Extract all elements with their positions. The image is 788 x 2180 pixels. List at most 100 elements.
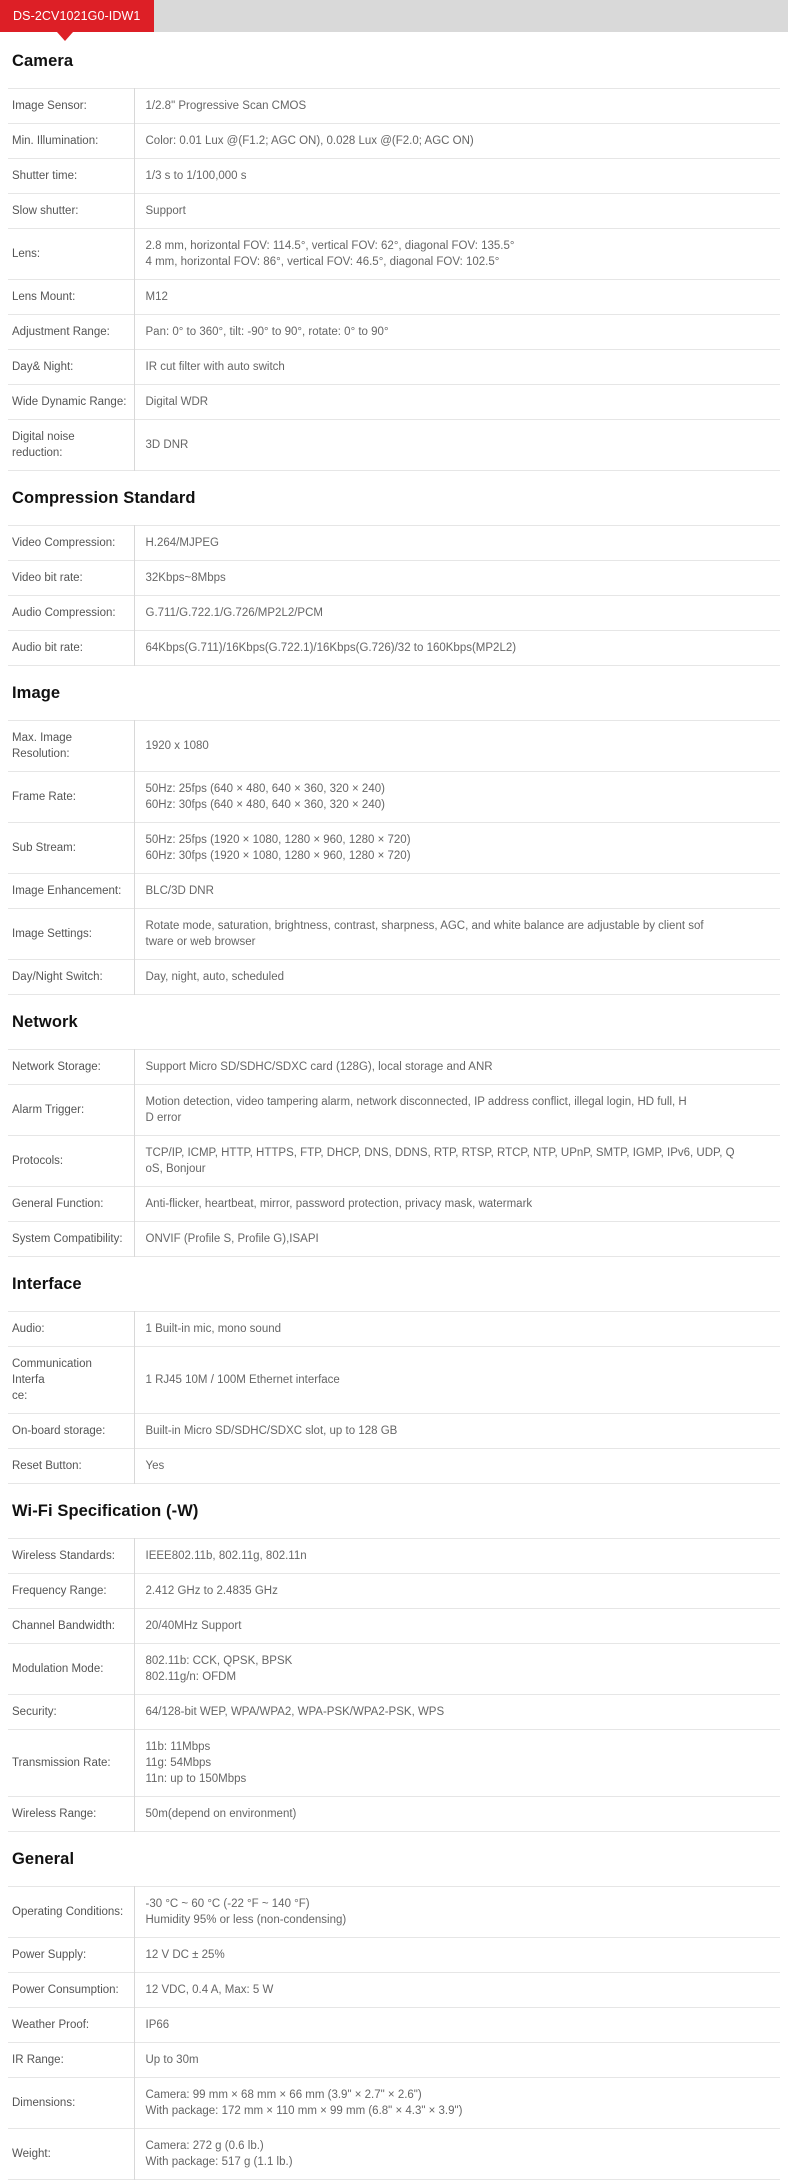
spec-sheet: Camera Image Sensor: 1/2.8" Progressive Sc… (0, 32, 788, 2180)
spec-value: 11b: 11Mbps 11g: 54Mbps 11n: up to 150Mbps (133, 1729, 780, 1797)
spec-label: Lens: (12, 248, 41, 260)
spec-label: General Function: (12, 1198, 104, 1210)
spec-value: 3D DNR (133, 419, 780, 471)
spec-row: Security: 64/128-bit WEP, WPA/WPA2, WPA-P… (8, 1694, 780, 1730)
spec-section: Wi-Fi Specification (-W) Wireless Standar… (8, 1484, 780, 1832)
spec-row: Audio Compression: G.711/G.722.1/G.726/MP… (8, 595, 780, 631)
spec-row: Power Consumption: 12 VDC, 0.4 A, Max: 5 … (8, 1972, 780, 2008)
spec-table: Wireless Standards: IEEE802.11b, 802.11g,… (8, 1538, 780, 1832)
spec-value-line: tware or web browser (145, 936, 256, 948)
spec-label: Min. Illumination: (12, 135, 99, 147)
section-title: Compression Standard (12, 489, 196, 507)
spec-label: Image Sensor: (12, 100, 87, 112)
spec-label: Shutter time: (12, 170, 78, 182)
spec-row: Wide Dynamic Range: Digital WDR (8, 384, 780, 420)
spec-value-line: Color: 0.01 Lux @(F1.2; AGC ON), 0.028 L… (145, 135, 474, 147)
spec-value-line: Support Micro SD/SDHC/SDXC card (128G), … (145, 1061, 493, 1073)
spec-value-line: 3D DNR (145, 439, 189, 451)
spec-value: Digital WDR (133, 384, 780, 420)
spec-value: BLC/3D DNR (133, 873, 780, 909)
spec-value-line: 11g: 54Mbps (145, 1757, 212, 1769)
spec-label: Video Compression: (12, 537, 116, 549)
product-tab-bar: DS-2CV1021G0-IDW1 (0, 0, 788, 41)
spec-value-line: Pan: 0° to 360°, tilt: -90° to 90°, rota… (145, 326, 389, 338)
spec-table: Image Sensor: 1/2.8" Progressive Scan CMO… (8, 88, 780, 471)
spec-row: Video bit rate: 32Kbps~8Mbps (8, 560, 780, 596)
spec-row: Channel Bandwidth: 20/40MHz Support (8, 1608, 780, 1644)
spec-section: Interface Audio: 1 Built-in mic, mono soun… (8, 1257, 780, 1484)
spec-row: Modulation Mode: 802.11b: CCK, QPSK, BPSK… (8, 1643, 780, 1695)
spec-label: Digital noise reduction: (12, 431, 78, 459)
spec-value-line: Support (145, 205, 186, 217)
spec-value-line: IEEE802.11b, 802.11g, 802.11n (145, 1550, 307, 1562)
tab-product-model[interactable]: DS-2CV1021G0-IDW1 (0, 0, 155, 32)
spec-label: Image Settings: (12, 928, 92, 940)
spec-value: 12 V DC ± 25% (133, 1937, 780, 1973)
spec-label: Transmission Rate: (12, 1757, 111, 1769)
spec-value-line: 60Hz: 30fps (640 × 480, 640 × 360, 320 ×… (145, 799, 385, 811)
spec-label: Wide Dynamic Range: (12, 396, 127, 408)
spec-value: IP66 (133, 2007, 780, 2043)
spec-value-line: 1920 x 1080 (145, 740, 209, 752)
spec-value-line: Anti-flicker, heartbeat, mirror, passwor… (145, 1198, 533, 1210)
spec-value-line: 50m(depend on environment) (145, 1808, 297, 1820)
spec-row: Reset Button: Yes (8, 1448, 780, 1484)
spec-value-line: 11b: 11Mbps (145, 1741, 211, 1753)
spec-value-line: IP66 (145, 2019, 170, 2031)
spec-row: Alarm Trigger: Motion detection, video ta… (8, 1084, 780, 1136)
spec-row: Weight: Camera: 272 g (0.6 lb.) With packa… (8, 2128, 780, 2180)
section-title: Wi-Fi Specification (-W) (12, 1502, 199, 1520)
spec-row: Max. Image Resolution: 1920 x 1080 (8, 720, 780, 772)
spec-label: Adjustment Range: (12, 326, 110, 338)
spec-value: 1920 x 1080 (133, 720, 780, 772)
spec-row: Dimensions: Camera: 99 mm × 68 mm × 66 mm… (8, 2077, 780, 2129)
spec-table: Operating Conditions: -30 °C ~ 60 °C (-22… (8, 1886, 780, 2180)
spec-value-line: BLC/3D DNR (145, 885, 214, 897)
spec-value: Rotate mode, saturation, brightness, con… (133, 908, 780, 960)
spec-label: Protocols: (12, 1155, 64, 1167)
spec-row: Weather Proof: IP66 (8, 2007, 780, 2043)
spec-row: Sub Stream: 50Hz: 25fps (1920 × 1080, 128… (8, 822, 780, 874)
spec-value: Built-in Micro SD/SDHC/SDXC slot, up to … (133, 1413, 780, 1449)
spec-value-line: D error (145, 1112, 182, 1124)
spec-section: Compression Standard Video Compression: H.… (8, 471, 780, 666)
spec-value: 50Hz: 25fps (1920 × 1080, 1280 × 960, 12… (133, 822, 780, 874)
spec-label: Communication Interfa ce: (12, 1358, 92, 1402)
spec-row: Power Supply: 12 V DC ± 25% (8, 1937, 780, 1973)
spec-value: 20/40MHz Support (133, 1608, 780, 1644)
spec-row: Network Storage: Support Micro SD/SDHC/SD… (8, 1049, 780, 1085)
spec-label: Day& Night: (12, 361, 74, 373)
spec-row: Communication Interfa ce: 1 RJ45 10M / 10… (8, 1346, 780, 1414)
spec-section: General Operating Conditions: -30 °C ~ 60 … (8, 1832, 780, 2180)
spec-row: Transmission Rate: 11b: 11Mbps 11g: 54Mbps… (8, 1729, 780, 1797)
spec-value: Camera: 272 g (0.6 lb.) With package: 517… (133, 2128, 780, 2180)
spec-row: Shutter time: 1/3 s to 1/100,000 s (8, 158, 780, 194)
spec-row: Slow shutter: Support (8, 193, 780, 229)
spec-row: Audio bit rate: 64Kbps(G.711)/16Kbps(G.72… (8, 630, 780, 666)
spec-value-line: 50Hz: 25fps (640 × 480, 640 × 360, 320 ×… (145, 783, 385, 795)
spec-value: Pan: 0° to 360°, tilt: -90° to 90°, rota… (133, 314, 780, 350)
spec-value-line: 1/3 s to 1/100,000 s (145, 170, 247, 182)
spec-value-line: G.711/G.722.1/G.726/MP2L2/PCM (145, 607, 324, 619)
spec-value-line: 12 V DC ± 25% (145, 1949, 225, 1961)
spec-value: Color: 0.01 Lux @(F1.2; AGC ON), 0.028 L… (133, 123, 780, 159)
spec-row: Image Settings: Rotate mode, saturation, … (8, 908, 780, 960)
spec-value-line: With package: 172 mm × 110 mm × 99 mm (6… (145, 2105, 463, 2117)
spec-value-line: ONVIF (Profile S, Profile G),ISAPI (145, 1233, 319, 1245)
spec-row: Day& Night: IR cut filter with auto switc… (8, 349, 780, 385)
spec-label: Alarm Trigger: (12, 1104, 85, 1116)
spec-label: Channel Bandwidth: (12, 1620, 115, 1632)
spec-value-line: 1/2.8" Progressive Scan CMOS (145, 100, 307, 112)
spec-value: 32Kbps~8Mbps (133, 560, 780, 596)
spec-value-line: oS, Bonjour (145, 1163, 206, 1175)
spec-value-line: 4 mm, horizontal FOV: 86°, vertical FOV:… (145, 256, 500, 268)
section-title: General (12, 1850, 75, 1868)
spec-row: IR Range: Up to 30m (8, 2042, 780, 2078)
section-title: Network (12, 1013, 78, 1031)
spec-label: Reset Button: (12, 1460, 82, 1472)
spec-value-line: 802.11b: CCK, QPSK, BPSK (145, 1655, 293, 1667)
spec-value-line: Digital WDR (145, 396, 209, 408)
spec-value-line: Built-in Micro SD/SDHC/SDXC slot, up to … (145, 1425, 398, 1437)
spec-value-line: 1 RJ45 10M / 100M Ethernet interface (145, 1374, 340, 1386)
spec-row: Day/Night Switch: Day, night, auto, sched… (8, 959, 780, 995)
